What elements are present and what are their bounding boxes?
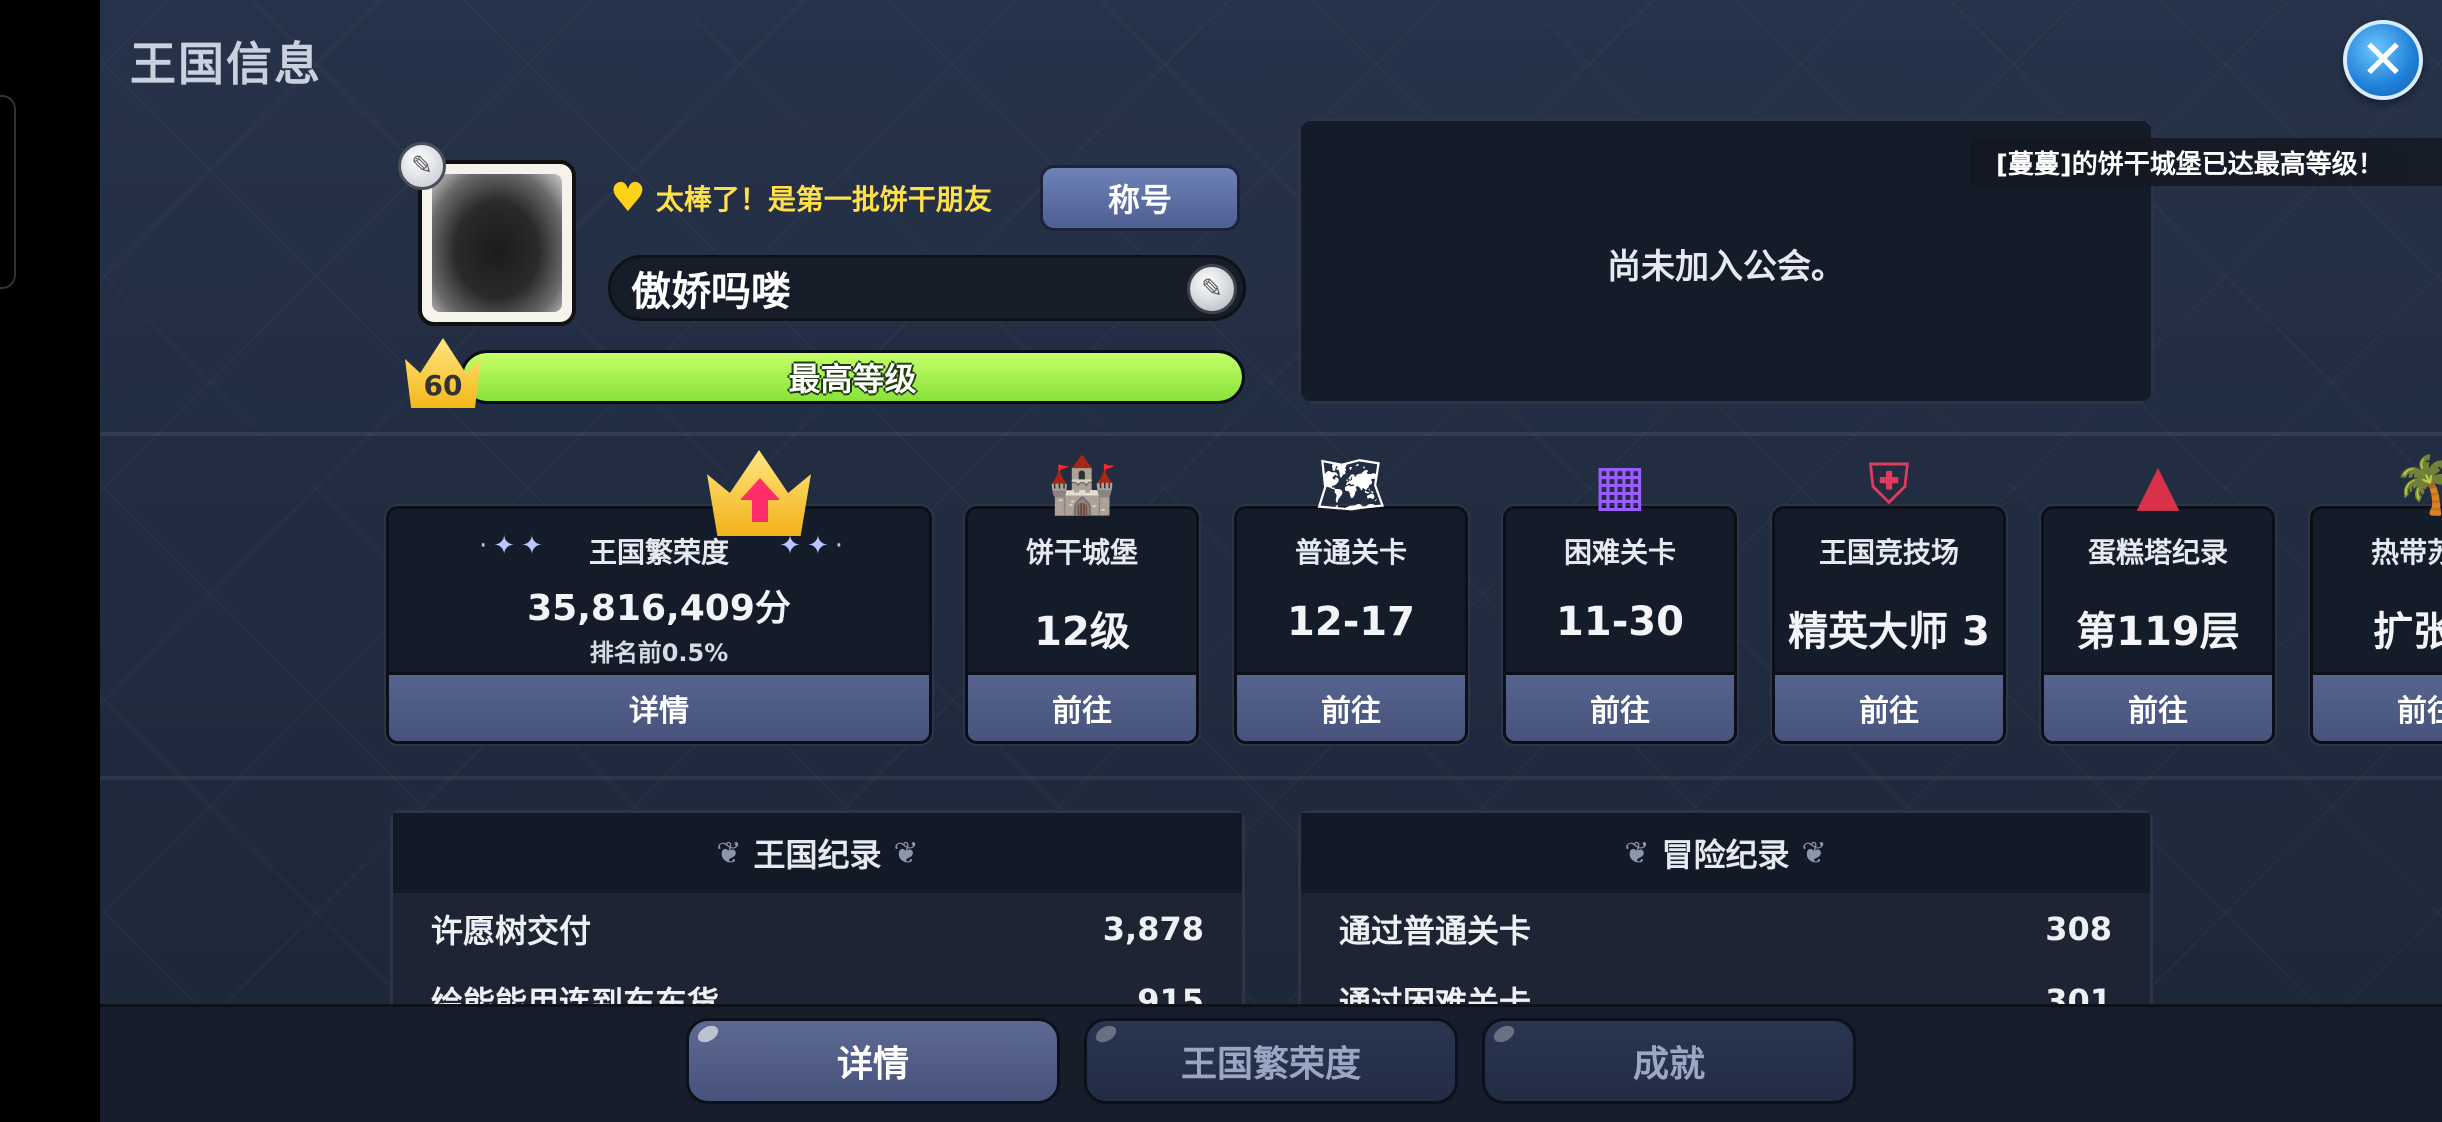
tropical-island-icon: 🌴 [2392,453,2442,518]
shine-icon [1092,1022,1120,1046]
card-go-button[interactable]: 前往 [2313,672,2442,741]
page-title: 王国信息 [130,37,322,91]
section-divider [100,776,2442,780]
shine-icon [1490,1022,1518,1046]
pencil-icon: ✎ [1201,274,1223,304]
card-label: 饼干城堡 [1025,536,1138,569]
prosperity-label: 王国繁荣度 [588,536,729,569]
device-side-notch [0,95,16,289]
title-button[interactable]: 称号 [1040,165,1240,231]
record-row: 许愿树交付 3,878 [393,893,1242,965]
card-value: 12-17 [1287,599,1415,645]
swirl-ornament-icon: ❦ [716,835,742,871]
purple-map-icon: ▦ [1593,452,1647,518]
level-number: 60 [423,369,463,402]
card-value: 11-30 [1556,599,1684,645]
card-label: 蛋糕塔纪录 [2087,536,2228,569]
prosperity-value: 35,816,409分 [527,588,791,629]
adventure-record-panel: ❦ 冒险纪录 ❦ 通过普通关卡 308 通过困难关卡 301 [1298,810,2153,1022]
tab-achievements[interactable]: 成就 [1482,1018,1856,1104]
tab-label: 王国繁荣度 [1180,1044,1361,1085]
card-go-button[interactable]: 前往 [1237,672,1465,741]
card-value: 扩张1 [2373,609,2442,655]
cake-tower-card: 蛋糕塔纪录 第119层 前往 [2041,506,2275,744]
card-value: 12级 [1034,609,1130,655]
record-value: 3,878 [1102,910,1204,948]
tropical-soda-card: 热带苏打 扩张1 前往 [2310,506,2442,744]
arena-card: 王国竞技场 精英大师 3 前往 [1772,506,2006,744]
prosperity-details-button[interactable]: 详情 [389,672,929,741]
badge-text: 太棒了！是第一批饼干朋友 [655,183,992,216]
card-label: 王国竞技场 [1818,536,1959,569]
pencil-icon: ✎ [411,151,433,181]
castle-card: 饼干城堡 12级 前往 [965,506,1199,744]
friend-badge: ♥ 太棒了！是第一批饼干朋友 [610,178,992,218]
close-icon: ✕ [2360,28,2406,91]
section-divider [100,432,2442,436]
card-label: 普通关卡 [1294,536,1407,569]
adventure-record-title: 冒险纪录 [1661,836,1790,874]
card-go-button[interactable]: 前往 [968,672,1196,741]
tab-label: 成就 [1632,1044,1705,1085]
card-go-button[interactable]: 前往 [2044,672,2272,741]
kingdom-record-panel: ❦ 王国纪录 ❦ 许愿树交付 3,878 绘能能用连到东东货 915 [390,810,1245,1022]
heart-icon: ♥ [610,175,646,221]
card-go-button[interactable]: 前往 [1775,672,2003,741]
tab-details[interactable]: 详情 [686,1018,1060,1104]
prosperity-card: ·✦✦ ✦✦· 王国繁荣度 35,816,409分 排名前0.5% 详情 [386,506,932,744]
record-value: 308 [2045,910,2112,948]
tab-prosperity[interactable]: 王国繁荣度 [1084,1018,1458,1104]
level-label: 最高等级 [788,360,917,398]
swirl-ornament-icon: ❦ [1801,835,1827,871]
kingdom-record-header: ❦ 王国纪录 ❦ [393,813,1242,893]
card-label: 热带苏打 [2370,536,2442,569]
arena-shield-icon: ⛨ [1868,452,1910,517]
card-label: 困难关卡 [1563,536,1676,569]
avatar-edit-button[interactable]: ✎ [398,142,446,190]
kingdom-record-title: 王国纪录 [753,836,882,874]
nickname-edit-button[interactable]: ✎ [1187,264,1237,314]
record-label: 通过普通关卡 [1339,912,1532,950]
shine-icon [694,1022,722,1046]
swirl-ornament-icon: ❦ [1624,835,1650,871]
castle-icon: 🏰 [1047,453,1117,518]
kingdom-info-screen: 王国信息 ✕ ✎ ♥ 太棒了！是第一批饼干朋友 称号 傲娇吗喽 ✎ 最高等级 6… [100,0,2442,1122]
map-scroll-icon: 🗺 [1315,453,1387,518]
normal-stage-card: 普通关卡 12-17 前往 [1234,506,1468,744]
adventure-record-header: ❦ 冒险纪录 ❦ [1301,813,2150,893]
nickname: 傲娇吗喽 [631,269,791,315]
card-go-button[interactable]: 前往 [1506,672,1734,741]
notice-banner: [蔓蔓]的饼干城堡已达最高等级！ [1970,138,2442,186]
avatar-image [432,174,562,312]
swirl-ornament-icon: ❦ [893,835,919,871]
record-row: 通过普通关卡 308 [1301,893,2150,965]
tab-label: 详情 [836,1044,909,1085]
close-button[interactable]: ✕ [2343,20,2423,100]
card-value: 精英大师 3 [1788,609,1990,655]
record-label: 许愿树交付 [431,912,592,950]
level-crown-icon: 60 [405,338,481,408]
hard-stage-card: 困难关卡 11-30 前往 [1503,506,1737,744]
cake-tower-icon: ▲ [2136,452,2180,518]
prosperity-rank: 排名前0.5% [589,639,729,667]
card-value: 第119层 [2076,609,2240,655]
avatar[interactable] [418,160,576,326]
nickname-field: 傲娇吗喽 ✎ [608,255,1246,321]
